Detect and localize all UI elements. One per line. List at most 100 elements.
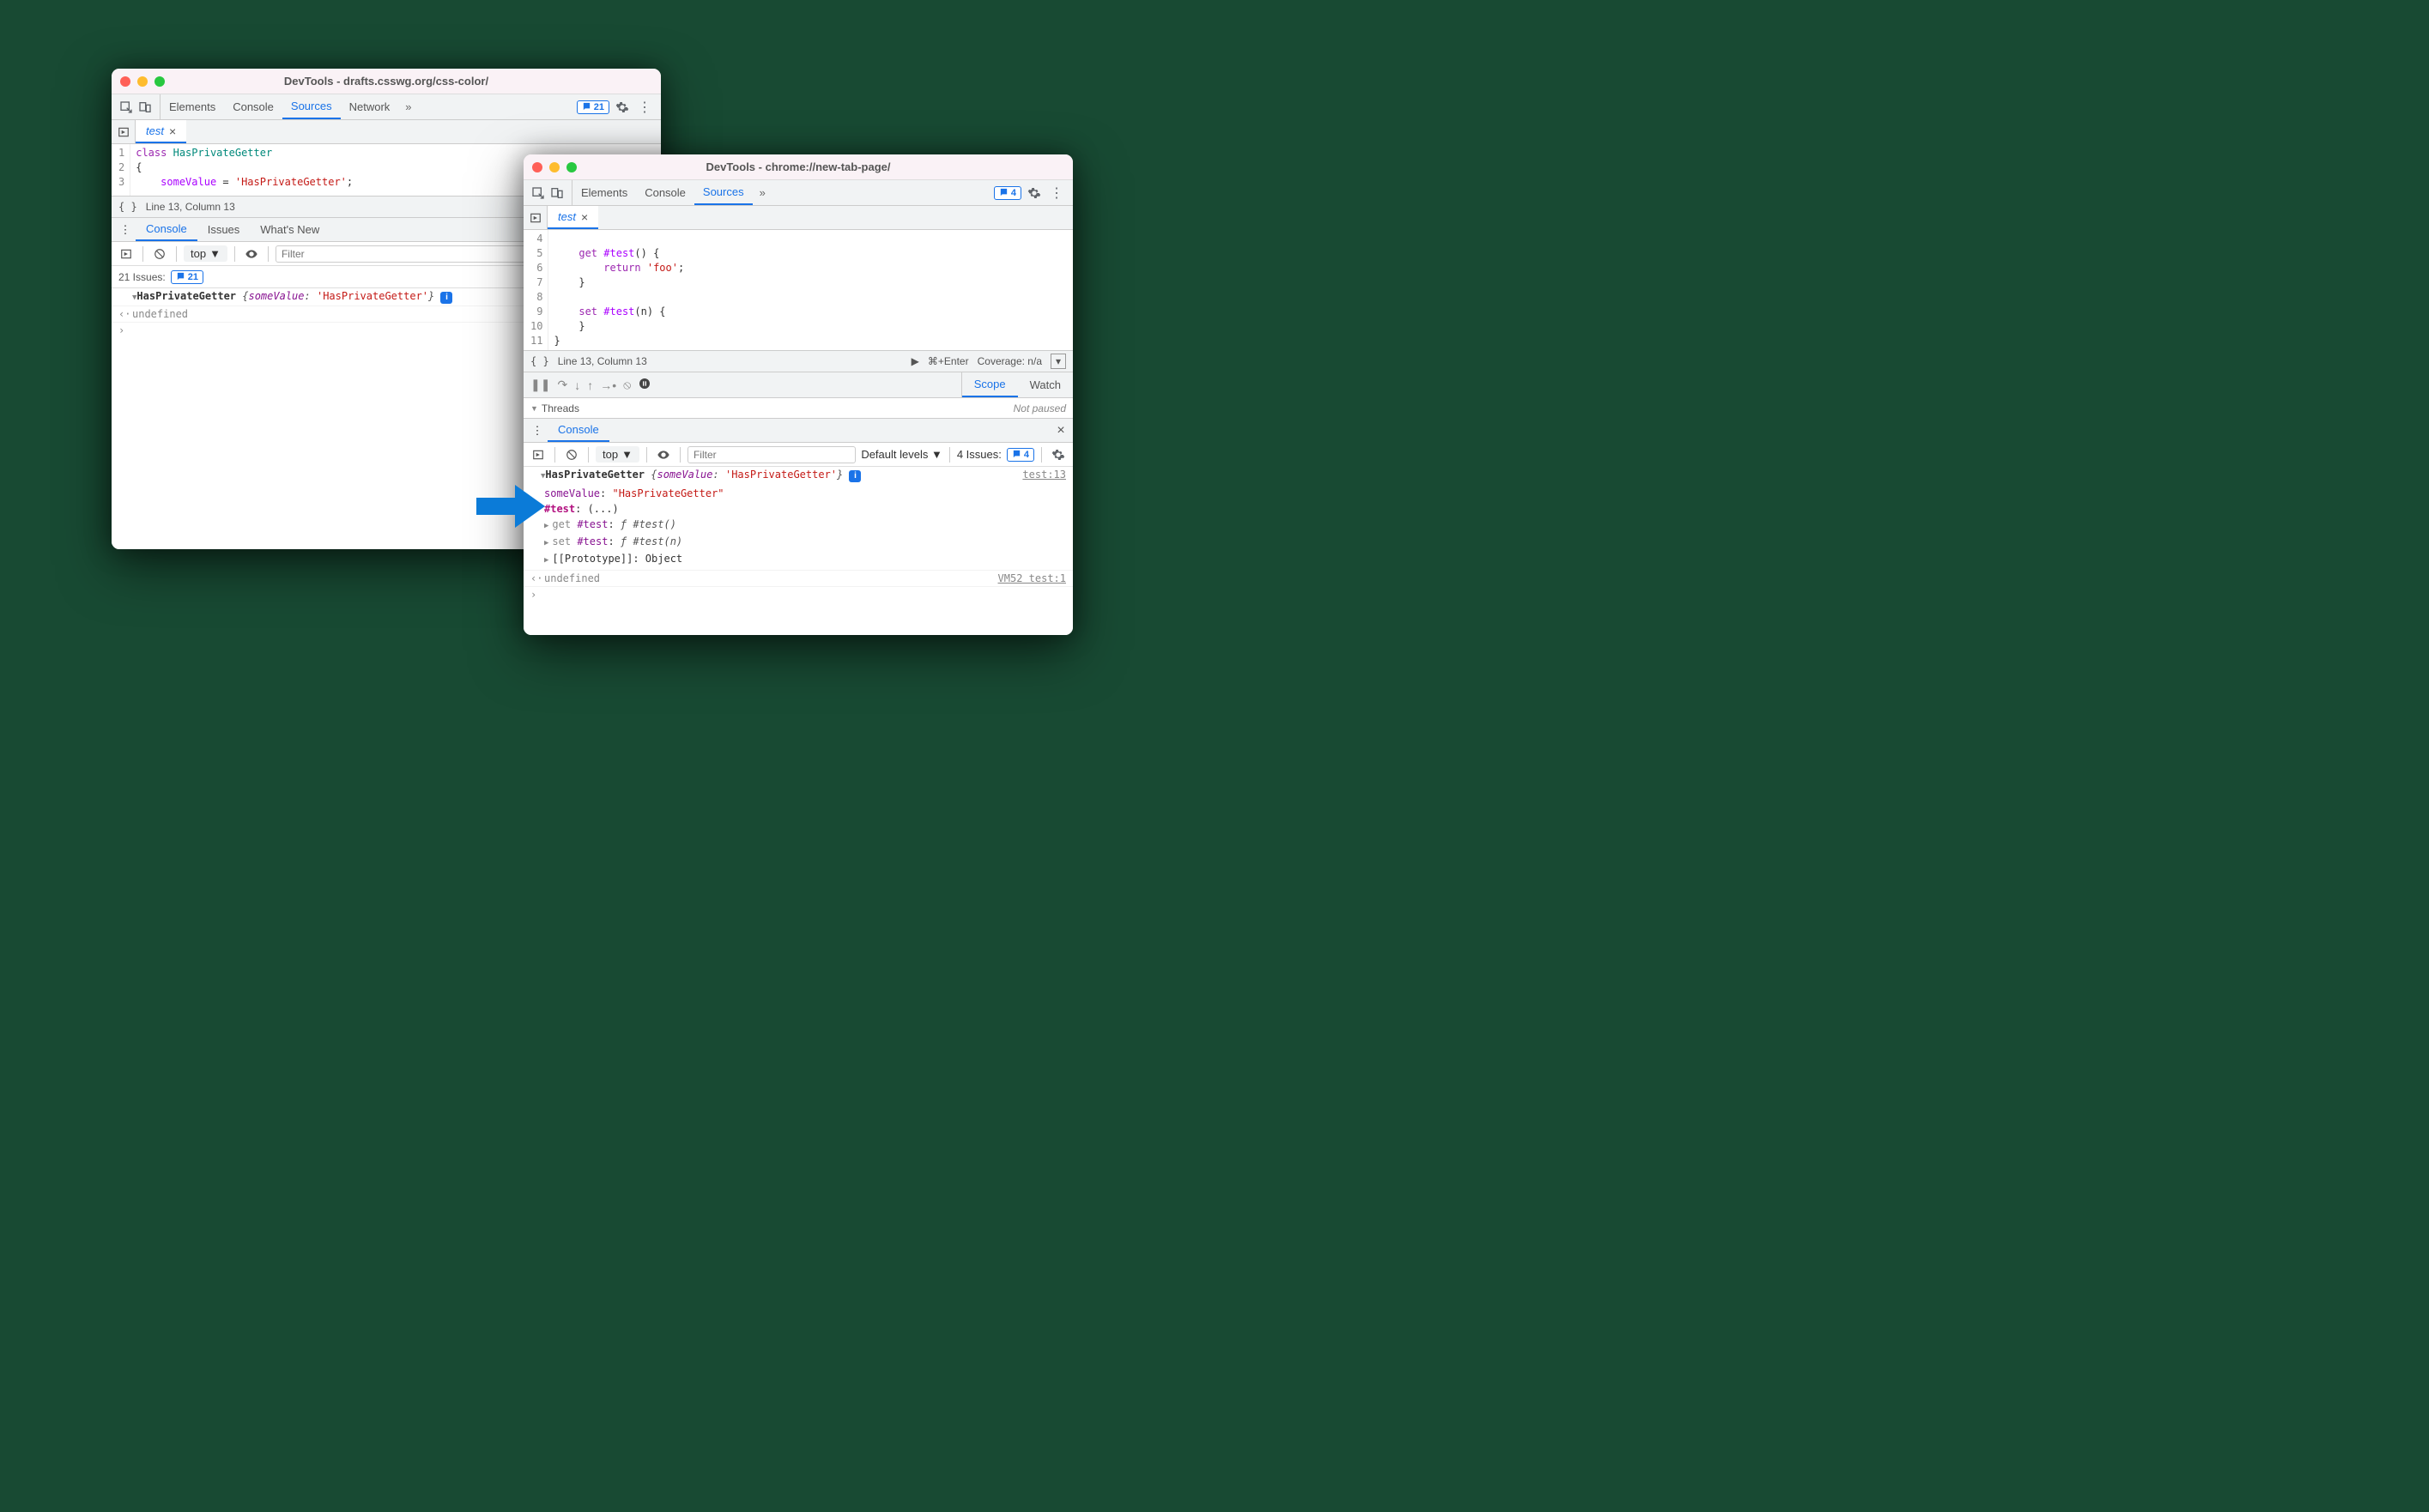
filter-input[interactable]: [688, 446, 856, 463]
main-toolbar: Elements Console Sources » 4 ⋮: [524, 180, 1073, 206]
issues-badge[interactable]: 21: [577, 100, 609, 114]
sidebar-toggle-icon[interactable]: [529, 445, 548, 464]
file-tab-label: test: [146, 124, 164, 137]
pretty-print-icon[interactable]: { }: [118, 201, 137, 213]
drawer-menu-icon[interactable]: ⋮: [115, 218, 136, 241]
issues-label: 21 Issues:: [118, 271, 166, 283]
issues-count: 4: [1011, 188, 1016, 198]
pause-exceptions-icon[interactable]: [638, 377, 651, 393]
tab-network[interactable]: Network: [341, 94, 399, 119]
titlebar[interactable]: DevTools - drafts.csswg.org/css-color/: [112, 69, 661, 94]
file-tabs: test ×: [524, 206, 1073, 230]
clear-console-icon[interactable]: [150, 245, 169, 263]
code-content: class HasPrivateGetter { someValue = 'Ha…: [130, 144, 358, 196]
step-icon[interactable]: →•: [600, 378, 616, 392]
kebab-menu-icon[interactable]: ⋮: [635, 98, 654, 117]
source-link[interactable]: VM52 test:1: [998, 572, 1066, 584]
drawer-tab-console[interactable]: Console: [548, 419, 609, 442]
console-output: ▼HasPrivateGetter {someValue: 'HasPrivat…: [524, 467, 1073, 635]
run-snippet-icon[interactable]: ▶: [912, 355, 919, 367]
info-icon[interactable]: i: [440, 292, 452, 304]
collapse-icon[interactable]: ▾: [1051, 354, 1066, 369]
object-name: HasPrivateGetter: [136, 290, 236, 302]
info-icon[interactable]: i: [849, 470, 861, 482]
titlebar[interactable]: DevTools - chrome://new-tab-page/: [524, 154, 1073, 180]
device-toggle-icon[interactable]: [136, 98, 154, 117]
close-file-icon[interactable]: ×: [169, 124, 176, 138]
tab-console[interactable]: Console: [636, 180, 694, 205]
inspect-icon[interactable]: [529, 184, 548, 203]
file-tabs: test ×: [112, 120, 661, 144]
run-hint: ⌘+Enter: [928, 355, 969, 367]
console-return-row: ‹· undefined VM52 test:1: [524, 571, 1073, 587]
tab-elements[interactable]: Elements: [161, 94, 224, 119]
object-tree[interactable]: someValue: "HasPrivateGetter" #test: (..…: [530, 486, 1066, 568]
drawer-tab-whatsnew[interactable]: What's New: [250, 218, 330, 241]
cursor-position: Line 13, Column 13: [558, 355, 647, 367]
arrow-icon: [476, 485, 545, 530]
threads-panel[interactable]: ▼ Threads Not paused: [524, 398, 1073, 419]
file-tab-test[interactable]: test ×: [548, 206, 598, 229]
tab-sources[interactable]: Sources: [282, 94, 341, 119]
live-expression-icon[interactable]: [654, 445, 673, 464]
sidebar-toggle-icon[interactable]: [117, 245, 136, 263]
console-prompt[interactable]: ›: [524, 587, 1073, 602]
line-gutter: 4567891011: [524, 230, 548, 350]
step-out-icon[interactable]: ↑: [587, 378, 593, 392]
code-editor[interactable]: 4567891011 get #test() { return 'foo'; }…: [524, 230, 1073, 350]
pause-icon[interactable]: ❚❚: [530, 378, 550, 392]
issues-badge[interactable]: 4: [994, 186, 1021, 200]
close-file-icon[interactable]: ×: [581, 210, 588, 224]
window-title: DevTools - chrome://new-tab-page/: [524, 160, 1073, 173]
device-toggle-icon[interactable]: [548, 184, 566, 203]
settings-icon[interactable]: [613, 98, 632, 117]
navigator-toggle-icon[interactable]: [524, 206, 548, 229]
file-tab-test[interactable]: test ×: [136, 120, 186, 143]
more-tabs-icon[interactable]: »: [398, 94, 418, 119]
drawer-tabs: ⋮ Console ×: [524, 419, 1073, 443]
issues-chip[interactable]: 21: [171, 270, 203, 284]
main-toolbar: Elements Console Sources Network » 21 ⋮: [112, 94, 661, 120]
debugger-toolbar: ❚❚ ↷ ↓ ↑ →• ⦸ Scope Watch: [524, 372, 1073, 398]
more-tabs-icon[interactable]: »: [753, 180, 772, 205]
inspect-icon[interactable]: [117, 98, 136, 117]
tab-sources[interactable]: Sources: [694, 180, 753, 205]
drawer-tab-console[interactable]: Console: [136, 218, 197, 241]
drawer-menu-icon[interactable]: ⋮: [527, 419, 548, 442]
code-content: get #test() { return 'foo'; } set #test(…: [548, 230, 689, 350]
undefined-value: undefined: [544, 572, 995, 584]
issues-count: 21: [594, 102, 604, 112]
drawer-tab-issues[interactable]: Issues: [197, 218, 251, 241]
coverage-label: Coverage: n/a: [978, 355, 1042, 367]
context-selector[interactable]: top ▼: [596, 446, 639, 463]
window-title: DevTools - drafts.csswg.org/css-color/: [112, 75, 661, 88]
context-selector[interactable]: top ▼: [184, 245, 227, 262]
file-tab-label: test: [558, 210, 576, 223]
editor-statusbar: { } Line 13, Column 13 ▶ ⌘+Enter Coverag…: [524, 350, 1073, 372]
close-drawer-icon[interactable]: ×: [1049, 419, 1073, 442]
source-link[interactable]: test:13: [1022, 469, 1066, 482]
settings-icon[interactable]: [1025, 184, 1044, 203]
watch-tab[interactable]: Watch: [1018, 372, 1073, 397]
clear-console-icon[interactable]: [562, 445, 581, 464]
object-name: HasPrivateGetter: [545, 469, 645, 481]
tab-elements[interactable]: Elements: [572, 180, 636, 205]
live-expression-icon[interactable]: [242, 245, 261, 263]
console-settings-icon[interactable]: [1049, 445, 1068, 464]
log-levels[interactable]: Default levels ▼: [861, 448, 942, 461]
not-paused-label: Not paused: [1014, 402, 1066, 414]
line-gutter: 1 2 3: [112, 144, 130, 196]
navigator-toggle-icon[interactable]: [112, 120, 136, 143]
scope-tab[interactable]: Scope: [962, 372, 1018, 397]
issues-chip[interactable]: 4: [1007, 448, 1034, 462]
step-over-icon[interactable]: ↷: [557, 378, 567, 392]
console-toolbar: top ▼ Default levels ▼ 4 Issues: 4: [524, 443, 1073, 467]
tab-console[interactable]: Console: [224, 94, 282, 119]
step-into-icon[interactable]: ↓: [574, 378, 580, 392]
threads-label: Threads: [542, 402, 579, 414]
kebab-menu-icon[interactable]: ⋮: [1047, 184, 1066, 203]
deactivate-breakpoints-icon[interactable]: ⦸: [623, 378, 631, 392]
cursor-position: Line 13, Column 13: [146, 201, 235, 213]
pretty-print-icon[interactable]: { }: [530, 355, 549, 367]
console-log-row[interactable]: ▼HasPrivateGetter {someValue: 'HasPrivat…: [524, 467, 1073, 571]
